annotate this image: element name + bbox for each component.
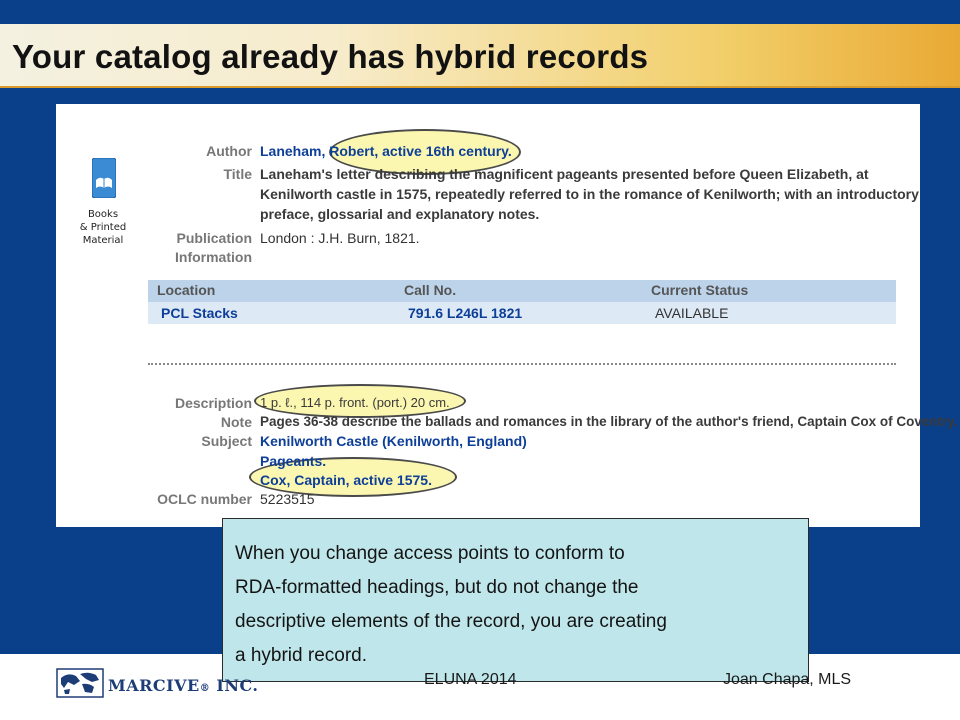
holdings-header-callno: Call No. bbox=[404, 282, 457, 298]
title-value-line: preface, glossarial and explanatory note… bbox=[260, 206, 540, 222]
footer-event: ELUNA 2014 bbox=[424, 671, 517, 688]
holdings-header-row: Location Call No. Current Status bbox=[148, 280, 896, 302]
globe-logo-icon bbox=[56, 668, 104, 698]
callout-line: a hybrid record. bbox=[235, 645, 368, 666]
subject-link[interactable]: Kenilworth Castle (Kenilworth, England) bbox=[260, 433, 527, 449]
title-value-line: Laneham's letter describing the magnific… bbox=[260, 166, 869, 182]
title-label: Title bbox=[223, 166, 252, 182]
publication-label: Publication bbox=[176, 230, 252, 246]
callout-line: When you change access points to conform… bbox=[235, 543, 625, 564]
publication-value: London : J.H. Burn, 1821. bbox=[260, 230, 420, 246]
logo-registered: ® bbox=[199, 683, 211, 694]
slide-title: Your catalog already has hybrid records bbox=[12, 38, 649, 75]
oclc-label: OCLC number bbox=[157, 491, 252, 507]
description-label: Description bbox=[174, 395, 252, 411]
author-link[interactable]: Laneham, Robert, active 16th century. bbox=[260, 143, 512, 159]
book-icon bbox=[92, 158, 116, 198]
subject-link[interactable]: Cox, Captain, active 1575. bbox=[260, 472, 432, 488]
holdings-row: PCL Stacks 791.6 L246L 1821 AVAILABLE bbox=[148, 302, 896, 324]
holdings-location-link[interactable]: PCL Stacks bbox=[161, 305, 238, 321]
holdings-status: AVAILABLE bbox=[655, 305, 729, 321]
publication-label: Information bbox=[175, 249, 252, 265]
callout-line: RDA-formatted headings, but do not chang… bbox=[235, 577, 639, 598]
author-label: Author bbox=[206, 143, 252, 159]
logo-suffix: INC. bbox=[216, 676, 259, 695]
description-value: 1 p. ℓ., 114 p. front. (port.) 20 cm. bbox=[260, 395, 450, 410]
logo-name: MARCIVE bbox=[108, 676, 200, 695]
holdings-callno-link[interactable]: 791.6 L246L 1821 bbox=[408, 305, 522, 321]
holdings-header-location: Location bbox=[157, 282, 216, 298]
footer-author: Joan Chapa, MLS bbox=[723, 671, 852, 688]
note-value: Pages 36-38 describe the ballads and rom… bbox=[260, 414, 958, 429]
title-value-line: Kenilworth castle in 1575, repeatedly re… bbox=[260, 186, 919, 202]
section-divider bbox=[148, 363, 896, 365]
subject-link[interactable]: Pageants. bbox=[260, 453, 326, 469]
callout-box: When you change access points to conform… bbox=[222, 518, 809, 682]
oclc-value: 5223515 bbox=[260, 491, 315, 507]
top-band bbox=[0, 0, 960, 24]
holdings-header-status: Current Status bbox=[651, 282, 749, 298]
callout-line: descriptive elements of the record, you … bbox=[235, 611, 667, 632]
logo-text: MARCIVE® INC. bbox=[108, 676, 258, 695]
format-label-line: Books bbox=[87, 209, 119, 220]
subject-label: Subject bbox=[201, 433, 252, 449]
note-label: Note bbox=[220, 414, 252, 430]
